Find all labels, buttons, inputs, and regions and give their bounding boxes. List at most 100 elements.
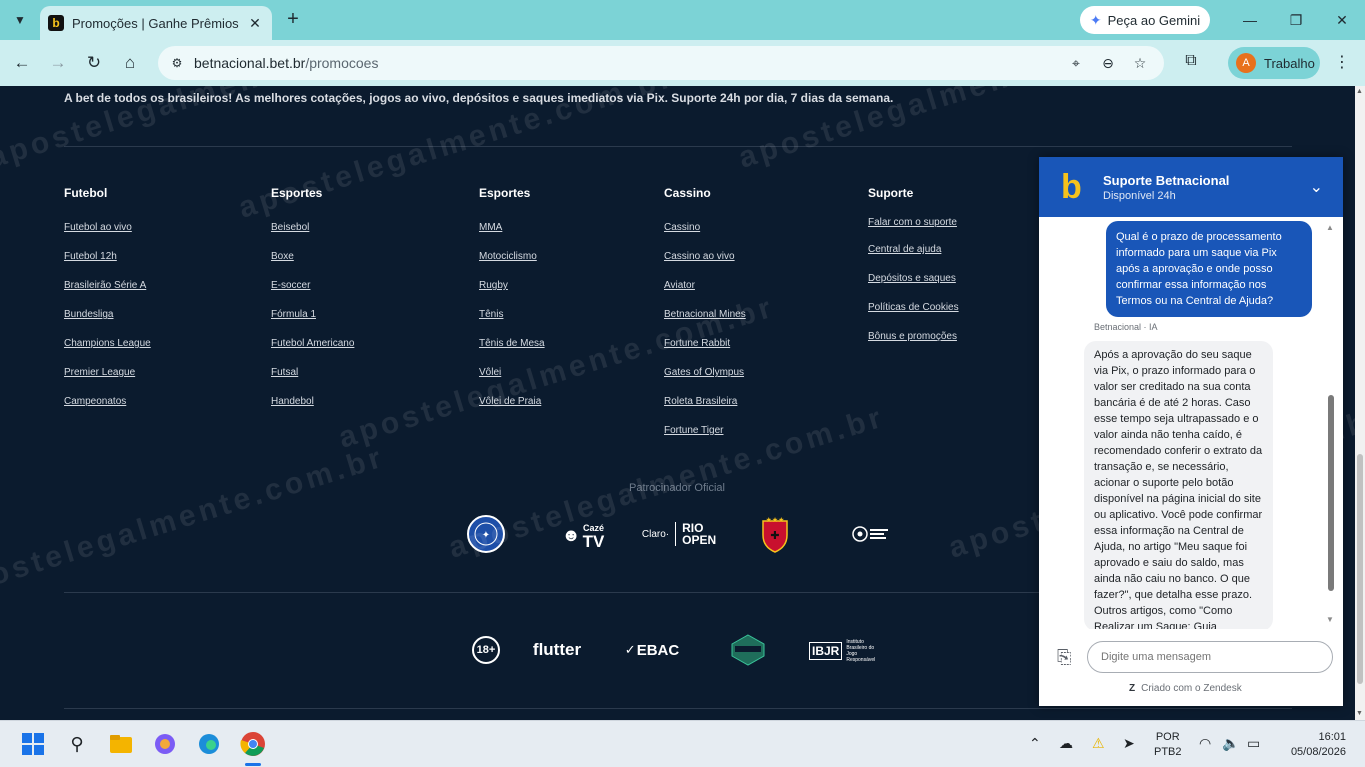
forward-arrow-icon[interactable]: → bbox=[46, 51, 70, 75]
site-info-icon[interactable]: ⚙ bbox=[166, 52, 188, 74]
back-arrow-icon[interactable]: ← bbox=[10, 51, 34, 75]
page-scrollbar[interactable]: ▲ ▼ bbox=[1355, 86, 1365, 720]
footer-link[interactable]: Champions League bbox=[64, 338, 151, 367]
tab-bar: ▼ b Promoções | Ganhe Prêmios e B ✕ + ✦ … bbox=[0, 0, 1365, 40]
warning-shield-icon[interactable]: ⚠ bbox=[1092, 735, 1105, 752]
extensions-icon[interactable]: ⧉ bbox=[1180, 52, 1202, 74]
url-text[interactable]: betnacional.bet.br/promocoes bbox=[194, 55, 378, 71]
edge-icon[interactable] bbox=[194, 729, 224, 759]
scroll-down-arrow-icon[interactable]: ▼ bbox=[1356, 710, 1363, 717]
restore-icon[interactable]: ❐ bbox=[1282, 8, 1310, 32]
chevron-down-icon[interactable]: ⌄ bbox=[1310, 177, 1323, 197]
file-explorer-icon[interactable] bbox=[106, 729, 136, 759]
footer-link[interactable]: Cassino bbox=[664, 222, 746, 251]
footer-link[interactable]: Handebol bbox=[271, 396, 354, 425]
footer-link[interactable]: Futsal bbox=[271, 367, 354, 396]
footer-link[interactable]: Roleta Brasileira bbox=[664, 396, 746, 425]
ask-gemini-button[interactable]: ✦ Peça ao Gemini bbox=[1080, 6, 1210, 34]
footer-column-cassino: Cassino Cassino Cassino ao vivo Aviator … bbox=[664, 186, 746, 454]
scroll-up-arrow-icon[interactable]: ▲ bbox=[1356, 88, 1363, 95]
bookmark-star-icon[interactable]: ☆ bbox=[1130, 53, 1150, 73]
gemini-label: Peça ao Gemini bbox=[1107, 12, 1201, 28]
sport-recife-logo: ✚ ★★★ bbox=[760, 515, 790, 553]
location-arrow-icon[interactable]: ➤ bbox=[1123, 735, 1135, 752]
footer-link[interactable]: Vôlei bbox=[479, 367, 545, 396]
betnacional-favicon-icon: b bbox=[48, 15, 64, 31]
footer-link[interactable]: Premier League bbox=[64, 367, 151, 396]
clock-time: 16:01 bbox=[1318, 731, 1346, 743]
chat-scrollbar[interactable] bbox=[1328, 395, 1334, 591]
footer-link[interactable]: Fortune Tiger bbox=[664, 425, 746, 454]
zendesk-credit[interactable]: Z Criado com o Zendesk bbox=[1129, 683, 1242, 694]
footer-link[interactable]: Motociclismo bbox=[479, 251, 545, 280]
avatar: A bbox=[1236, 53, 1256, 73]
footer-link[interactable]: Rugby bbox=[479, 280, 545, 309]
home-icon[interactable]: ⌂ bbox=[118, 51, 142, 75]
footer-link[interactable]: Fórmula 1 bbox=[271, 309, 354, 338]
footer-link[interactable]: Cassino ao vivo bbox=[664, 251, 746, 280]
tab-close-icon[interactable]: ✕ bbox=[246, 15, 264, 32]
footer-link[interactable]: Boxe bbox=[271, 251, 354, 280]
footer-link[interactable]: Beisebol bbox=[271, 222, 354, 251]
footer-link[interactable]: Bundesliga bbox=[64, 309, 151, 338]
paperclip-icon[interactable]: ⎘ bbox=[1057, 647, 1071, 668]
minimize-icon[interactable]: — bbox=[1236, 8, 1264, 32]
footer-link[interactable]: Falar com o suporte bbox=[868, 217, 959, 244]
show-hidden-icons-icon[interactable]: ⌃ bbox=[1029, 735, 1041, 752]
chat-scroll-up-icon[interactable]: ▲ bbox=[1326, 223, 1334, 232]
footer-link[interactable]: Campeonatos bbox=[64, 396, 151, 425]
footer-link[interactable]: Gates of Olympus bbox=[664, 367, 746, 396]
zoom-icon[interactable]: ⊖ bbox=[1098, 53, 1118, 73]
active-tab[interactable]: b Promoções | Ganhe Prêmios e B ✕ bbox=[40, 6, 272, 40]
more-menu-icon[interactable]: ⋮ bbox=[1332, 52, 1352, 74]
profile-button[interactable]: A Trabalho bbox=[1228, 47, 1320, 79]
system-clock[interactable]: 16:01 05/08/2026 bbox=[1286, 730, 1346, 760]
windows-start-icon[interactable] bbox=[18, 729, 48, 759]
open-text: OPEN bbox=[682, 533, 717, 547]
copilot-icon[interactable] bbox=[150, 729, 180, 759]
url-host: betnacional.bet.br bbox=[194, 55, 306, 71]
chrome-icon[interactable] bbox=[238, 729, 268, 759]
scroll-thumb[interactable] bbox=[1357, 454, 1363, 684]
input-language[interactable]: POR PTB2 bbox=[1154, 730, 1182, 760]
footer-link[interactable]: Vôlei de Praia bbox=[479, 396, 545, 425]
volume-icon[interactable]: 🔈 bbox=[1222, 735, 1239, 752]
wifi-icon[interactable]: ◠ bbox=[1199, 735, 1211, 752]
battery-icon[interactable]: ▭ bbox=[1247, 735, 1260, 752]
tab-search-chevron-icon[interactable]: ▼ bbox=[8, 8, 32, 32]
watermark: apostelegalmente.com.br bbox=[0, 440, 389, 605]
address-bar[interactable]: ⚙ betnacional.bet.br/promocoes ⌖ ⊖ ☆ bbox=[158, 46, 1164, 80]
footer-link[interactable]: Futebol ao vivo bbox=[64, 222, 151, 251]
footer-link[interactable]: Tênis bbox=[479, 309, 545, 338]
footer-link[interactable]: Fortune Rabbit bbox=[664, 338, 746, 367]
close-window-icon[interactable]: ✕ bbox=[1328, 8, 1356, 32]
footer-link[interactable]: Betnacional Mines bbox=[664, 309, 746, 338]
caze-tv-logo: ☻ Cazé TV bbox=[558, 518, 608, 552]
footer-link[interactable]: Futebol Americano bbox=[271, 338, 354, 367]
message-input[interactable] bbox=[1087, 641, 1333, 673]
new-tab-button[interactable]: + bbox=[282, 9, 304, 31]
footer-link[interactable]: Políticas de Cookies bbox=[868, 302, 959, 331]
footer-link[interactable]: Central de ajuda bbox=[868, 244, 959, 273]
chat-scroll-down-icon[interactable]: ▼ bbox=[1326, 615, 1334, 624]
svg-text:✦: ✦ bbox=[482, 530, 490, 541]
footer-link[interactable]: MMA bbox=[479, 222, 545, 251]
bot-message: Após a aprovação do seu saque via Pix, o… bbox=[1084, 341, 1273, 629]
cloud-sync-icon[interactable]: ☁ bbox=[1059, 735, 1073, 752]
footer-link[interactable]: Aviator bbox=[664, 280, 746, 309]
footer-link[interactable]: E-soccer bbox=[271, 280, 354, 309]
footer-link[interactable]: Brasileirão Série A bbox=[64, 280, 151, 309]
lang-bottom: PTB2 bbox=[1154, 746, 1182, 758]
reload-icon[interactable]: ↻ bbox=[82, 51, 106, 75]
footer-link[interactable]: Futebol 12h bbox=[64, 251, 151, 280]
zendesk-text: Criado com o Zendesk bbox=[1141, 683, 1242, 694]
footer-link[interactable]: Tênis de Mesa bbox=[479, 338, 545, 367]
footer-link[interactable]: Bônus e promoções bbox=[868, 331, 959, 360]
svg-text:★★★: ★★★ bbox=[766, 516, 785, 524]
divider bbox=[64, 708, 1292, 709]
chat-subtitle: Disponível 24h bbox=[1103, 189, 1176, 202]
location-pin-icon[interactable]: ⌖ bbox=[1066, 53, 1086, 73]
footer-link[interactable]: Depósitos e saques bbox=[868, 273, 959, 302]
ibjr-text: IBJR bbox=[809, 642, 843, 660]
search-icon[interactable]: ⚲ bbox=[62, 729, 92, 759]
